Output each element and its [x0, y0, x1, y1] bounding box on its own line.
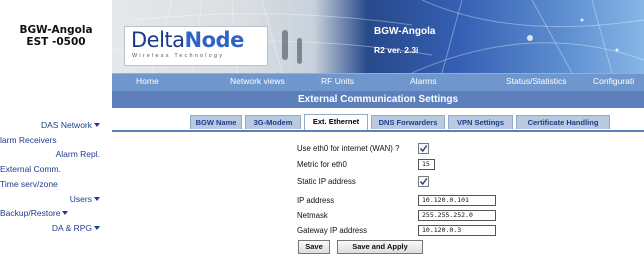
- nav-alarm-receivers[interactable]: larm Receivers: [0, 133, 100, 148]
- device-name: BGW-Angola: [374, 26, 436, 37]
- top-nav-rf-units[interactable]: RF Units: [321, 76, 354, 86]
- site-info: BGW-Angola EST -0500: [0, 24, 112, 48]
- use-eth0-label: Use eth0 for internet (WAN) ?: [297, 144, 400, 153]
- chevron-down-icon: [94, 123, 100, 127]
- use-eth0-checkbox[interactable]: [418, 143, 429, 154]
- top-nav-alarms[interactable]: Alarms: [410, 76, 436, 86]
- checkmark-icon: [419, 178, 428, 186]
- metric-input[interactable]: 15: [418, 159, 435, 170]
- settings-tabs: BGW Name 3G-Modem Ext. Ethernet DNS Forw…: [112, 110, 644, 132]
- tab-ext-ethernet[interactable]: Ext. Ethernet: [304, 114, 368, 130]
- logo-text: DeltaNode: [131, 28, 244, 52]
- nav-external-comm[interactable]: External Comm.: [0, 162, 100, 177]
- tab-vpn-settings[interactable]: VPN Settings: [448, 115, 513, 129]
- header-banner: DeltaNode Wireless Technology BGW-Angola…: [112, 0, 644, 73]
- nav-users[interactable]: Users: [0, 192, 100, 207]
- ip-address-label: IP address: [297, 196, 335, 205]
- nav-alarm-repl[interactable]: Alarm Repl.: [0, 147, 100, 162]
- left-nav: DAS Network larm Receivers Alarm Repl. E…: [0, 118, 100, 236]
- tab-dns-forwarders[interactable]: DNS Forwarders: [371, 115, 445, 129]
- nav-time-serv[interactable]: Time serv/zone: [0, 177, 100, 192]
- site-timezone: EST -0500: [26, 36, 86, 48]
- tab-certificate-handling[interactable]: Certificate Handling: [516, 115, 610, 129]
- save-button[interactable]: Save: [298, 240, 330, 254]
- netmask-input[interactable]: 255.255.252.0: [418, 210, 496, 221]
- ip-address-input[interactable]: 10.120.0.101: [418, 195, 496, 206]
- left-panel: BGW-Angola EST -0500 DAS Network larm Re…: [0, 0, 112, 254]
- site-name: BGW-Angola: [19, 24, 93, 36]
- gateway-label: Gateway IP address: [297, 226, 368, 235]
- checkmark-icon: [419, 145, 428, 153]
- version-label: R2 ver. 2.3i: [374, 45, 419, 55]
- top-nav-network-views[interactable]: Network views: [230, 76, 285, 86]
- nav-das-network[interactable]: DAS Network: [0, 118, 100, 133]
- chevron-down-icon: [94, 225, 100, 230]
- page-title: External Communication Settings: [112, 91, 644, 108]
- top-nav-configuration[interactable]: Configurati: [593, 76, 634, 86]
- top-nav-home[interactable]: Home: [136, 76, 159, 86]
- save-and-apply-button[interactable]: Save and Apply: [337, 240, 423, 254]
- nav-label: Backup/Restore: [0, 208, 61, 219]
- nav-da-rpg[interactable]: DA & RPG: [0, 221, 100, 236]
- nav-label: Time serv/zone: [0, 178, 58, 189]
- nav-backup-restore[interactable]: Backup/Restore: [0, 206, 100, 221]
- nav-label: Users: [69, 193, 92, 204]
- deltanode-logo: DeltaNode Wireless Technology: [124, 26, 268, 66]
- static-ip-checkbox[interactable]: [418, 176, 429, 187]
- nav-label: External Comm.: [0, 164, 61, 175]
- chevron-down-icon: [62, 211, 69, 216]
- nav-label: larm Receivers: [0, 134, 57, 145]
- top-nav: Home Network views RF Units Alarms Statu…: [112, 73, 644, 91]
- tab-3g-modem[interactable]: 3G-Modem: [245, 115, 301, 129]
- chevron-down-icon: [94, 196, 100, 201]
- tab-bgw-name[interactable]: BGW Name: [190, 115, 242, 129]
- logo-tagline: Wireless Technology: [132, 53, 225, 59]
- nav-label: Alarm Repl.: [55, 149, 100, 160]
- nav-label: DAS Network: [40, 120, 92, 130]
- gateway-input[interactable]: 10.120.0.3: [418, 225, 496, 236]
- top-nav-status-statistics[interactable]: Status/Statistics: [506, 76, 566, 86]
- nav-label: DA & RPG: [51, 222, 92, 233]
- metric-label: Metric for eth0: [297, 160, 347, 169]
- static-ip-label: Static IP address: [297, 177, 356, 186]
- netmask-label: Netmask: [297, 211, 328, 220]
